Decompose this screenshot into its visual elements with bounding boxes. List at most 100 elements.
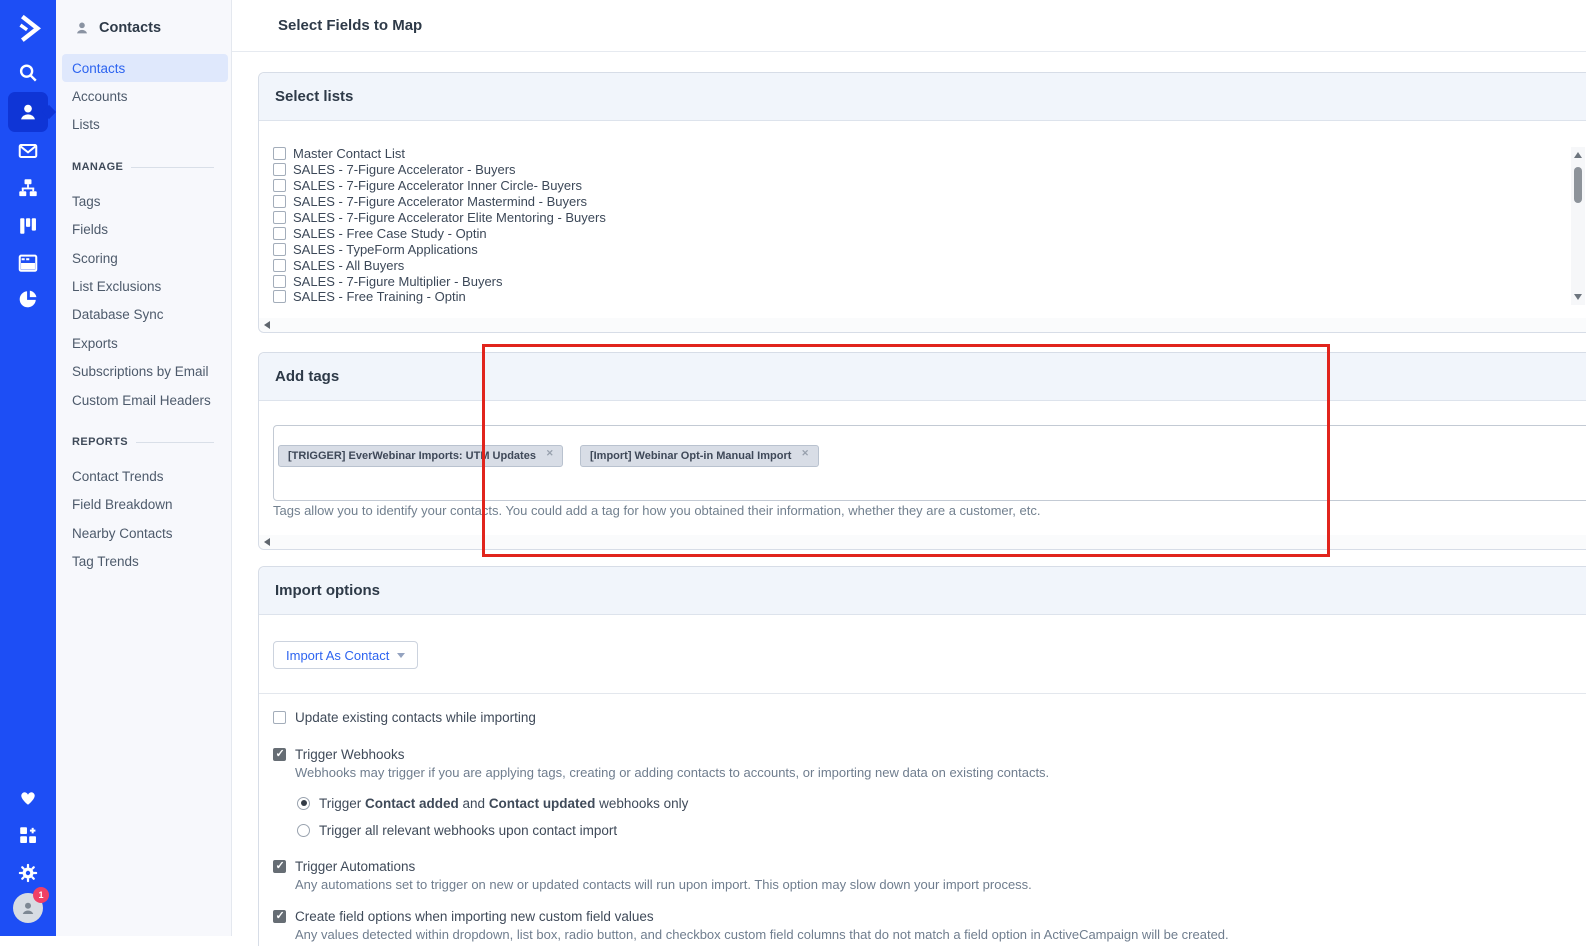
scrollbar-thumb[interactable] [1574, 167, 1582, 203]
contacts-sidebar: Contacts Contacts Accounts Lists MANAGE … [56, 0, 232, 936]
select-lists-header: Select lists [259, 73, 1586, 121]
list-label: SALES - 7-Figure Accelerator - Buyers [293, 162, 516, 178]
option-create-field-options: Create field options when importing new … [273, 908, 1575, 924]
reports-icon[interactable] [16, 287, 40, 311]
sidebar-item-database-sync[interactable]: Database Sync [56, 301, 232, 329]
option-trigger-webhooks: Trigger Webhooks [273, 746, 1575, 762]
list-checkbox[interactable] [273, 211, 286, 224]
sidebar-item-contact-trends[interactable]: Contact Trends [56, 462, 232, 490]
option-description: Webhooks may trigger if you are applying… [295, 765, 1050, 780]
scroll-down-icon[interactable] [1574, 294, 1582, 300]
list-label: SALES - TypeForm Applications [293, 241, 478, 257]
sidebar-item-tag-trends[interactable]: Tag Trends [56, 547, 232, 575]
import-options-panel: Import options Import As Contact Update … [258, 566, 1586, 946]
automations-icon[interactable] [16, 176, 40, 200]
contacts-icon[interactable] [16, 100, 40, 124]
sidebar-item-fields[interactable]: Fields [56, 216, 232, 244]
list-checkbox[interactable] [273, 258, 286, 272]
list-checkbox[interactable] [273, 147, 286, 161]
activecampaign-logo-icon[interactable] [10, 8, 46, 44]
list-checkbox[interactable] [273, 163, 286, 177]
list-checkbox[interactable] [273, 274, 286, 288]
section-heading-reports: REPORTS [56, 432, 214, 452]
radio-contact-added-updated: Trigger Contact added and Contact update… [297, 795, 1575, 811]
settings-gear-icon[interactable] [16, 861, 40, 885]
trigger-automations-checkbox[interactable] [273, 859, 286, 873]
sidebar-item-accounts[interactable]: Accounts [56, 82, 232, 110]
sidebar-item-tags[interactable]: Tags [56, 187, 232, 215]
notification-badge: 1 [33, 887, 49, 903]
account-avatar[interactable]: 1 [13, 887, 49, 923]
trigger-webhooks-checkbox[interactable] [273, 747, 286, 761]
vertical-scrollbar[interactable] [1571, 147, 1585, 305]
webhook-radio[interactable] [297, 796, 310, 810]
list-label: SALES - All Buyers [293, 257, 405, 273]
add-tags-panel: Add tags [TRIGGER] EverWebinar Imports: … [258, 352, 1586, 550]
tag-label: [TRIGGER] EverWebinar Imports: UTM Updat… [288, 450, 536, 462]
option-description: Any automations set to trigger on new or… [295, 877, 1032, 892]
list-checkbox[interactable] [273, 179, 286, 193]
sidebar-item-custom-email-headers[interactable]: Custom Email Headers [56, 386, 232, 414]
section-heading-manage: MANAGE [56, 157, 214, 177]
option-description: Any values detected within dropdown, lis… [295, 927, 1229, 942]
forms-icon[interactable] [16, 251, 40, 275]
lists-scroll-area[interactable]: Master Contact List SALES - 7-Figure Acc… [259, 121, 1586, 318]
main-content: Select Fields to Map Select lists Master… [232, 0, 1586, 946]
list-checkbox[interactable] [273, 290, 286, 304]
horizontal-scrollbar[interactable] [259, 535, 1586, 549]
list-item: SALES - TypeForm Applications [273, 241, 1586, 257]
search-icon[interactable] [16, 61, 40, 85]
favorites-icon[interactable] [16, 785, 40, 809]
list-label: SALES - 7-Figure Accelerator Mastermind … [293, 194, 588, 210]
import-options-title: Import options [275, 582, 380, 599]
import-as-dropdown[interactable]: Import As Contact [273, 641, 419, 669]
scroll-left-icon[interactable] [264, 321, 270, 329]
tag-pill: [TRIGGER] EverWebinar Imports: UTM Updat… [278, 445, 564, 467]
sidebar-item-exports[interactable]: Exports [56, 329, 232, 357]
deals-icon[interactable] [16, 214, 40, 238]
add-tags-header: Add tags [259, 353, 1586, 401]
option-label: Trigger Webhooks [295, 746, 405, 762]
select-lists-title: Select lists [275, 88, 354, 105]
list-label: Master Contact List [293, 146, 405, 162]
apps-icon[interactable] [16, 823, 40, 847]
horizontal-scrollbar[interactable] [259, 318, 1586, 332]
tags-input[interactable]: [TRIGGER] EverWebinar Imports: UTM Updat… [273, 425, 1586, 501]
scroll-up-icon[interactable] [1574, 152, 1582, 158]
option-label: Create field options when importing new … [295, 908, 654, 924]
sidebar-item-nearby-contacts[interactable]: Nearby Contacts [56, 519, 232, 547]
option-label: Update existing contacts while importing [295, 709, 536, 725]
list-checkbox[interactable] [273, 195, 286, 209]
sidebar-item-subscriptions-by-email[interactable]: Subscriptions by Email [56, 358, 232, 386]
radio-label: Trigger all relevant webhooks upon conta… [319, 822, 618, 838]
option-trigger-automations: Trigger Automations [273, 858, 1575, 874]
update-existing-checkbox[interactable] [273, 710, 286, 724]
webhook-radio[interactable] [297, 823, 310, 837]
list-checkbox[interactable] [273, 226, 286, 240]
tags-help-text: Tags allow you to identify your contacts… [273, 503, 1041, 518]
sidebar-item-lists[interactable]: Lists [56, 111, 232, 139]
sidebar-item-contacts[interactable]: Contacts [62, 54, 228, 83]
list-label: SALES - 7-Figure Accelerator Elite Mento… [293, 210, 606, 225]
app-rail: 1 [0, 0, 57, 936]
tag-pill: [Import] Webinar Opt-in Manual Import [579, 445, 819, 467]
list-checkbox[interactable] [273, 242, 286, 256]
list-label: SALES - 7-Figure Multiplier - Buyers [293, 273, 503, 289]
remove-tag-icon[interactable] [546, 448, 554, 459]
page-title: Select Fields to Map [278, 17, 423, 34]
sidebar-item-field-breakdown[interactable]: Field Breakdown [56, 491, 232, 519]
campaigns-icon[interactable] [16, 139, 40, 163]
scroll-left-icon[interactable] [264, 538, 270, 546]
radio-all-relevant-webhooks: Trigger all relevant webhooks upon conta… [297, 822, 1575, 838]
list-item: SALES - 7-Figure Accelerator Inner Circl… [273, 178, 1586, 194]
list-item: SALES - 7-Figure Accelerator Elite Mento… [273, 210, 1586, 226]
list-item: SALES - 7-Figure Accelerator Mastermind … [273, 194, 1586, 210]
list-item: SALES - 7-Figure Accelerator - Buyers [273, 162, 1586, 178]
remove-tag-icon[interactable] [801, 448, 809, 459]
sidebar-item-list-exclusions[interactable]: List Exclusions [56, 272, 232, 300]
option-label: Trigger Automations [295, 858, 416, 874]
create-field-options-checkbox[interactable] [273, 909, 286, 923]
list-label: SALES - Free Training - Optin [293, 289, 466, 305]
radio-label: Trigger Contact added and Contact update… [319, 795, 689, 811]
sidebar-item-scoring[interactable]: Scoring [56, 244, 232, 272]
